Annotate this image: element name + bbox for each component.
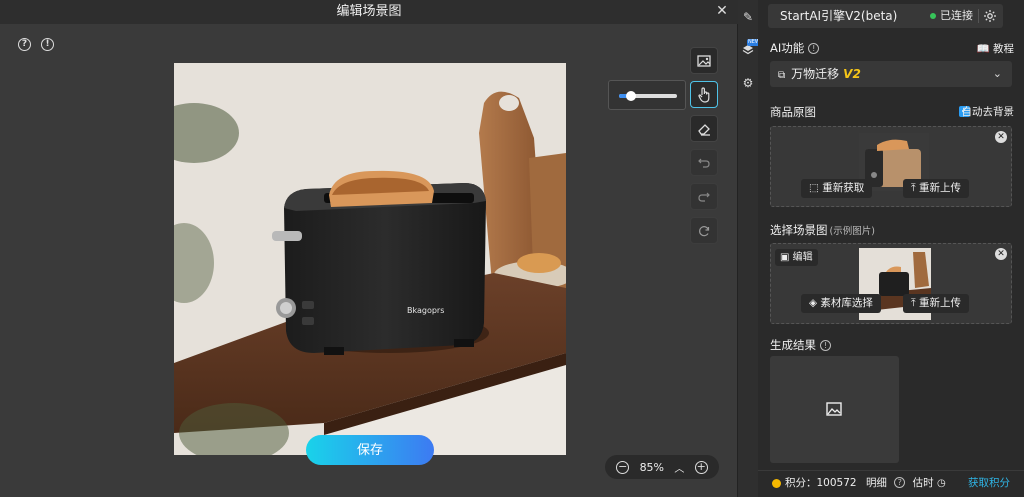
replace-image-icon[interactable] <box>690 47 718 74</box>
zoom-out-icon[interactable]: − <box>616 460 630 474</box>
hand-pointer-icon[interactable] <box>690 81 718 108</box>
tutorial-link[interactable]: 📖 教程 <box>977 41 1014 56</box>
help-icons: ? ! <box>18 38 54 51</box>
ai-feature-heading: AI功能! <box>770 40 820 56</box>
connection-status: 已连接 <box>930 4 973 28</box>
engine-selector[interactable]: StartAI引擎V2(beta) 已连接 <box>768 4 1003 28</box>
reset-icon[interactable] <box>690 217 718 244</box>
edit-chip-label: 编辑 <box>792 252 813 263</box>
product-section-heading: 商品原图 <box>770 105 816 119</box>
gear-icon[interactable]: ⚙ <box>741 76 755 90</box>
close-icon[interactable]: ✕ <box>713 2 731 20</box>
library-select-button[interactable]: ◈ 素材库选择 <box>801 294 881 313</box>
slider-track[interactable] <box>619 91 677 101</box>
zoom-control: − 85% ︿ + <box>605 455 719 479</box>
close-icon[interactable]: ✕ <box>995 248 1007 260</box>
layers-icon: ◈ <box>809 297 818 309</box>
toaster-scene-illustration <box>174 63 566 455</box>
undo-icon[interactable] <box>690 149 718 176</box>
feature-select[interactable]: ⧉ 万物迁移 V2 ⌄ <box>770 61 1012 87</box>
feature-select-label: 万物迁移 <box>791 67 840 81</box>
redo-icon[interactable] <box>690 183 718 210</box>
edit-image-icon: ▣ <box>780 252 790 263</box>
close-icon[interactable]: ✕ <box>995 131 1007 143</box>
book-icon: 📖 <box>976 43 990 55</box>
scene-section-heading: 选择场景图 (示例图片) <box>770 222 875 238</box>
feature-icon: ⧉ <box>778 70 786 81</box>
refetch-icon: ⬚ <box>809 182 819 194</box>
pen-edit-icon[interactable]: ✎ <box>741 10 755 24</box>
reupload-scene-button[interactable]: ⤒ 重新上传 <box>903 294 969 313</box>
status-text: 已连接 <box>940 9 973 22</box>
reupload-button[interactable]: ⤒ 重新上传 <box>903 179 969 198</box>
tool-column <box>690 47 718 244</box>
refetch-button[interactable]: ⬚ 重新获取 <box>801 179 873 198</box>
status-dot-icon <box>930 13 936 19</box>
help-icon[interactable]: ! <box>820 340 831 351</box>
zoom-level: 85% <box>639 460 665 474</box>
brush-size-slider[interactable] <box>608 80 686 110</box>
scene-hint: (示例图片) <box>829 226 875 237</box>
upload-icon: ⤒ <box>911 297 916 309</box>
upload-icon: ⤒ <box>911 182 916 194</box>
detail-link[interactable]: 明细 <box>866 477 887 489</box>
scene-section-label: 选择场景图 <box>770 223 828 237</box>
app-root: 编辑场景图 ✕ ? ! Bkagoprs 保存 − 85% ︿ + ✎ NEW … <box>0 0 1024 497</box>
help-icon[interactable]: ? <box>18 38 31 51</box>
reupload-scene-label: 重新上传 <box>919 297 961 309</box>
layers-icon[interactable] <box>741 44 755 58</box>
dialog-title: 编辑场景图 <box>0 0 738 24</box>
scene-image[interactable]: Bkagoprs <box>174 63 566 455</box>
coin-icon <box>772 478 781 488</box>
side-icon-strip: ✎ NEW ⚙ <box>738 0 761 497</box>
chevron-down-icon[interactable]: ⌄ <box>993 61 1002 87</box>
divider <box>978 9 979 23</box>
zoom-in-icon[interactable]: + <box>694 460 708 474</box>
engine-name: StartAI引擎V2(beta) <box>780 9 898 23</box>
slider-knob[interactable] <box>626 91 636 101</box>
tutorial-label: 教程 <box>993 43 1014 55</box>
image-placeholder-icon <box>826 402 842 416</box>
right-panel: StartAI引擎V2(beta) 已连接 AI功能! 📖 教程 ⧉ 万物迁移 V2… <box>758 0 1024 497</box>
settings-gear-icon[interactable] <box>983 9 997 23</box>
scene-image-card[interactable]: ▣ 编辑 ✕ ◈ 素材库选择 ⤒ 重新上传 <box>770 243 1012 324</box>
eraser-icon[interactable] <box>690 115 718 142</box>
chevron-up-icon[interactable]: ︿ <box>674 460 684 475</box>
points-label: 积分： <box>785 477 817 489</box>
ai-feature-label: AI功能 <box>770 41 805 55</box>
points-value: 100572 <box>816 477 857 489</box>
estimate-label: 估时 <box>912 477 934 489</box>
auto-remove-bg-label: 自动去背景 <box>961 106 1015 118</box>
edit-scene-dialog: 编辑场景图 ✕ ? ! Bkagoprs 保存 − 85% ︿ + <box>0 0 738 497</box>
reupload-label: 重新上传 <box>919 182 961 194</box>
refetch-label: 重新获取 <box>822 182 865 194</box>
help-icon[interactable]: ! <box>808 43 820 54</box>
result-placeholder <box>770 356 899 463</box>
feature-version-badge: V2 <box>843 67 861 81</box>
points-bar: 积分：100572 明细 ? 估时 ◷ 获取积分 <box>758 470 1024 497</box>
toaster-brand-text: Bkagoprs <box>407 306 445 315</box>
get-points-link[interactable]: 获取积分 <box>968 471 1010 495</box>
library-select-label: 素材库选择 <box>820 297 873 309</box>
clock-icon: ◷ <box>936 478 946 489</box>
info-icon[interactable]: ! <box>41 38 54 51</box>
edit-scene-button[interactable]: ▣ 编辑 <box>775 249 818 266</box>
help-icon[interactable]: ? <box>894 477 906 488</box>
result-section-heading: 生成结果! <box>770 337 831 353</box>
save-button[interactable]: 保存 <box>306 435 434 465</box>
result-section-label: 生成结果 <box>770 338 816 352</box>
product-image-card[interactable]: ✕ ⬚ 重新获取 ⤒ 重新上传 <box>770 126 1012 207</box>
